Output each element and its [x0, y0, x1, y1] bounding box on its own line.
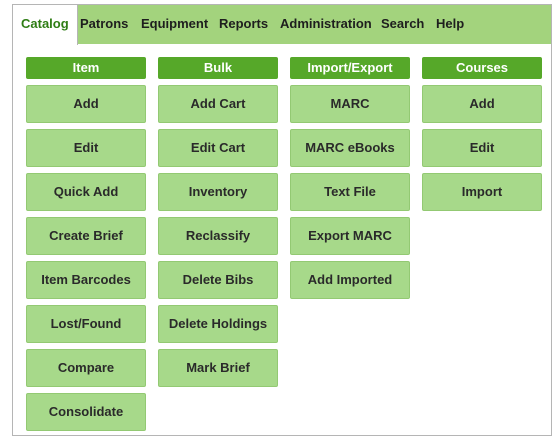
tab-administration[interactable]: Administration [280, 5, 372, 43]
item-barcodes-button[interactable]: Item Barcodes [26, 261, 146, 299]
add-imported-button[interactable]: Add Imported [290, 261, 410, 299]
item-create-brief-button[interactable]: Create Brief [26, 217, 146, 255]
item-quick-add-button[interactable]: Quick Add [26, 173, 146, 211]
marc-button[interactable]: MARC [290, 85, 410, 123]
export-marc-button[interactable]: Export MARC [290, 217, 410, 255]
column-header-item: Item [26, 57, 146, 79]
catalog-panel: Catalog Patrons Equipment Reports Admini… [12, 4, 552, 436]
column-header-import-export: Import/Export [290, 57, 410, 79]
bulk-reclassify-button[interactable]: Reclassify [158, 217, 278, 255]
column-item: Item Add Edit Quick Add Create Brief Ite… [26, 57, 146, 431]
bulk-inventory-button[interactable]: Inventory [158, 173, 278, 211]
courses-add-button[interactable]: Add [422, 85, 542, 123]
column-bulk: Bulk Add Cart Edit Cart Inventory Reclas… [158, 57, 278, 387]
column-courses: Courses Add Edit Import [422, 57, 542, 211]
tab-equipment[interactable]: Equipment [141, 5, 208, 43]
main-nav-tabbar: Catalog Patrons Equipment Reports Admini… [12, 5, 551, 45]
tab-reports[interactable]: Reports [219, 5, 268, 43]
courses-import-button[interactable]: Import [422, 173, 542, 211]
item-lost-found-button[interactable]: Lost/Found [26, 305, 146, 343]
courses-edit-button[interactable]: Edit [422, 129, 542, 167]
bulk-edit-cart-button[interactable]: Edit Cart [158, 129, 278, 167]
tab-search[interactable]: Search [381, 5, 424, 43]
bulk-delete-bibs-button[interactable]: Delete Bibs [158, 261, 278, 299]
text-file-button[interactable]: Text File [290, 173, 410, 211]
bulk-add-cart-button[interactable]: Add Cart [158, 85, 278, 123]
column-import-export: Import/Export MARC MARC eBooks Text File… [290, 57, 410, 299]
marc-ebooks-button[interactable]: MARC eBooks [290, 129, 410, 167]
item-consolidate-button[interactable]: Consolidate [26, 393, 146, 431]
item-edit-button[interactable]: Edit [26, 129, 146, 167]
column-header-bulk: Bulk [158, 57, 278, 79]
item-compare-button[interactable]: Compare [26, 349, 146, 387]
item-add-button[interactable]: Add [26, 85, 146, 123]
bulk-mark-brief-button[interactable]: Mark Brief [158, 349, 278, 387]
tab-catalog[interactable]: Catalog [12, 5, 78, 45]
tab-help[interactable]: Help [436, 5, 464, 43]
tab-patrons[interactable]: Patrons [80, 5, 128, 43]
column-header-courses: Courses [422, 57, 542, 79]
bulk-delete-holdings-button[interactable]: Delete Holdings [158, 305, 278, 343]
